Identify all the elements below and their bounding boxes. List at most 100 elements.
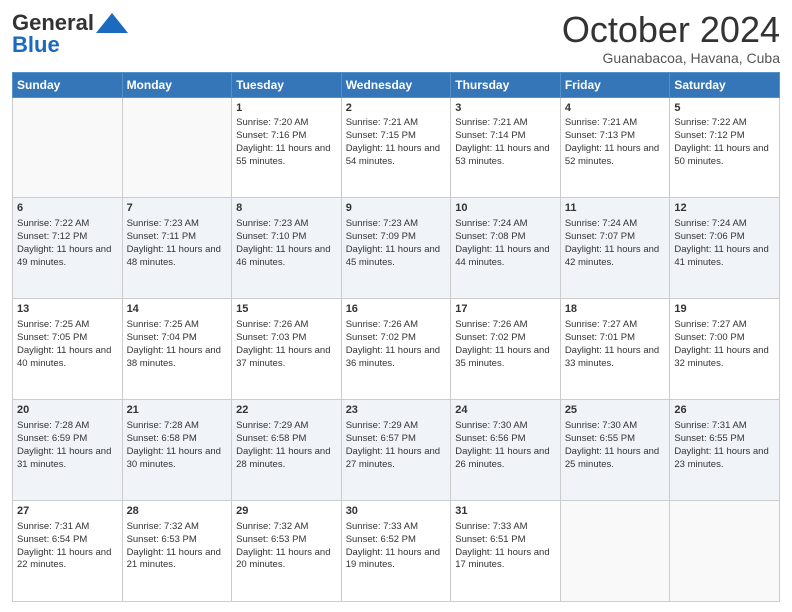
calendar-cell: 3Sunrise: 7:21 AMSunset: 7:14 PMDaylight… [451, 97, 561, 198]
col-header-monday: Monday [122, 72, 232, 97]
day-number: 30 [346, 504, 447, 519]
calendar-cell: 8Sunrise: 7:23 AMSunset: 7:10 PMDaylight… [232, 198, 342, 299]
col-header-tuesday: Tuesday [232, 72, 342, 97]
day-number: 9 [346, 201, 447, 216]
daylight-text: Daylight: 11 hours and 44 minutes. [455, 244, 549, 268]
sunrise-text: Sunrise: 7:23 AM [236, 218, 308, 229]
day-number: 8 [236, 201, 337, 216]
sunrise-text: Sunrise: 7:26 AM [346, 319, 418, 330]
calendar-week-row: 13Sunrise: 7:25 AMSunset: 7:05 PMDayligh… [13, 299, 780, 400]
title-block: October 2024 Guanabacoa, Havana, Cuba [562, 10, 780, 66]
daylight-text: Daylight: 11 hours and 55 minutes. [236, 143, 330, 167]
sunrise-text: Sunrise: 7:27 AM [674, 319, 746, 330]
daylight-text: Daylight: 11 hours and 53 minutes. [455, 143, 549, 167]
header: General Blue October 2024 Guanabacoa, Ha… [12, 10, 780, 66]
calendar-week-row: 6Sunrise: 7:22 AMSunset: 7:12 PMDaylight… [13, 198, 780, 299]
calendar-cell: 11Sunrise: 7:24 AMSunset: 7:07 PMDayligh… [560, 198, 670, 299]
sunrise-text: Sunrise: 7:26 AM [236, 319, 308, 330]
sunrise-text: Sunrise: 7:21 AM [346, 117, 418, 128]
sunset-text: Sunset: 7:10 PM [236, 231, 306, 242]
day-number: 27 [17, 504, 118, 519]
day-number: 3 [455, 101, 556, 116]
sunset-text: Sunset: 7:00 PM [674, 332, 744, 343]
calendar-cell: 22Sunrise: 7:29 AMSunset: 6:58 PMDayligh… [232, 400, 342, 501]
daylight-text: Daylight: 11 hours and 26 minutes. [455, 446, 549, 470]
sunset-text: Sunset: 7:11 PM [127, 231, 197, 242]
daylight-text: Daylight: 11 hours and 22 minutes. [17, 547, 111, 571]
location: Guanabacoa, Havana, Cuba [562, 50, 780, 66]
daylight-text: Daylight: 11 hours and 36 minutes. [346, 345, 440, 369]
day-number: 26 [674, 403, 775, 418]
day-number: 17 [455, 302, 556, 317]
sunrise-text: Sunrise: 7:33 AM [455, 521, 527, 532]
sunset-text: Sunset: 7:01 PM [565, 332, 635, 343]
sunrise-text: Sunrise: 7:31 AM [17, 521, 89, 532]
sunrise-text: Sunrise: 7:22 AM [17, 218, 89, 229]
calendar-cell: 2Sunrise: 7:21 AMSunset: 7:15 PMDaylight… [341, 97, 451, 198]
daylight-text: Daylight: 11 hours and 38 minutes. [127, 345, 221, 369]
page: General Blue October 2024 Guanabacoa, Ha… [0, 0, 792, 612]
day-number: 16 [346, 302, 447, 317]
sunrise-text: Sunrise: 7:32 AM [236, 521, 308, 532]
sunrise-text: Sunrise: 7:25 AM [127, 319, 199, 330]
calendar-cell: 23Sunrise: 7:29 AMSunset: 6:57 PMDayligh… [341, 400, 451, 501]
sunset-text: Sunset: 6:56 PM [455, 433, 525, 444]
daylight-text: Daylight: 11 hours and 21 minutes. [127, 547, 221, 571]
sunrise-text: Sunrise: 7:24 AM [565, 218, 637, 229]
calendar-cell: 6Sunrise: 7:22 AMSunset: 7:12 PMDaylight… [13, 198, 123, 299]
day-number: 11 [565, 201, 666, 216]
calendar-cell: 26Sunrise: 7:31 AMSunset: 6:55 PMDayligh… [670, 400, 780, 501]
sunrise-text: Sunrise: 7:21 AM [565, 117, 637, 128]
sunrise-text: Sunrise: 7:27 AM [565, 319, 637, 330]
sunset-text: Sunset: 7:09 PM [346, 231, 416, 242]
day-number: 29 [236, 504, 337, 519]
daylight-text: Daylight: 11 hours and 35 minutes. [455, 345, 549, 369]
calendar-cell: 4Sunrise: 7:21 AMSunset: 7:13 PMDaylight… [560, 97, 670, 198]
sunset-text: Sunset: 7:08 PM [455, 231, 525, 242]
sunset-text: Sunset: 6:52 PM [346, 534, 416, 545]
sunrise-text: Sunrise: 7:22 AM [674, 117, 746, 128]
daylight-text: Daylight: 11 hours and 28 minutes. [236, 446, 330, 470]
sunrise-text: Sunrise: 7:32 AM [127, 521, 199, 532]
day-number: 4 [565, 101, 666, 116]
daylight-text: Daylight: 11 hours and 33 minutes. [565, 345, 659, 369]
sunset-text: Sunset: 7:14 PM [455, 130, 525, 141]
calendar-week-row: 27Sunrise: 7:31 AMSunset: 6:54 PMDayligh… [13, 501, 780, 602]
calendar-cell: 9 Sunrise: 7:23 AM Sunset: 7:09 PM Daylight… [341, 198, 451, 299]
daylight-text: Daylight: 11 hours and 17 minutes. [455, 547, 549, 571]
calendar-cell: 1Sunrise: 7:20 AMSunset: 7:16 PMDaylight… [232, 97, 342, 198]
sunset-text: Sunset: 7:16 PM [236, 130, 306, 141]
calendar-cell: 15Sunrise: 7:26 AMSunset: 7:03 PMDayligh… [232, 299, 342, 400]
daylight-text: Daylight: 11 hours and 25 minutes. [565, 446, 659, 470]
sunrise-text: Sunrise: 7:30 AM [455, 420, 527, 431]
sunset-text: Sunset: 6:58 PM [127, 433, 197, 444]
sunset-text: Sunset: 7:12 PM [17, 231, 87, 242]
col-header-wednesday: Wednesday [341, 72, 451, 97]
sunset-text: Sunset: 6:59 PM [17, 433, 87, 444]
daylight-text: Daylight: 11 hours and 41 minutes. [674, 244, 768, 268]
col-header-thursday: Thursday [451, 72, 561, 97]
sunset-text: Sunset: 6:55 PM [674, 433, 744, 444]
logo-blue: Blue [12, 32, 60, 58]
calendar-cell: 19Sunrise: 7:27 AMSunset: 7:00 PMDayligh… [670, 299, 780, 400]
day-number: 18 [565, 302, 666, 317]
calendar-cell: 17Sunrise: 7:26 AMSunset: 7:02 PMDayligh… [451, 299, 561, 400]
day-number: 2 [346, 101, 447, 116]
sunset-text: Sunset: 7:02 PM [346, 332, 416, 343]
logo: General Blue [12, 10, 128, 58]
calendar-cell [560, 501, 670, 602]
calendar-cell [670, 501, 780, 602]
calendar-cell: 14Sunrise: 7:25 AMSunset: 7:04 PMDayligh… [122, 299, 232, 400]
daylight-text: Daylight: 11 hours and 42 minutes. [565, 244, 659, 268]
day-number: 23 [346, 403, 447, 418]
daylight-text: Daylight: 11 hours and 23 minutes. [674, 446, 768, 470]
daylight-text: Daylight: 11 hours and 54 minutes. [346, 143, 440, 167]
day-number: 31 [455, 504, 556, 519]
sunrise-text: Sunrise: 7:23 AM [346, 218, 418, 229]
sunset-text: Sunset: 7:05 PM [17, 332, 87, 343]
sunset-text: Sunset: 7:04 PM [127, 332, 197, 343]
day-number: 7 [127, 201, 228, 216]
daylight-text: Daylight: 11 hours and 45 minutes. [346, 244, 440, 268]
sunset-text: Sunset: 7:06 PM [674, 231, 744, 242]
sunrise-text: Sunrise: 7:20 AM [236, 117, 308, 128]
